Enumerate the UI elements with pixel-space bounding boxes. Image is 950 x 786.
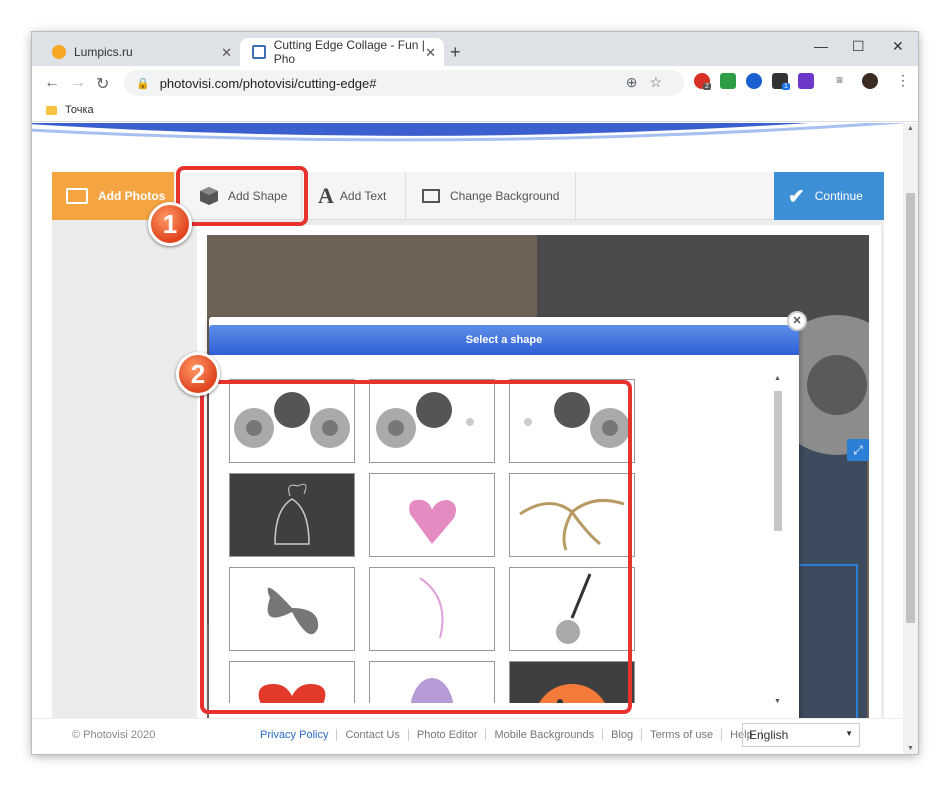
star-icon[interactable]: ☆ bbox=[649, 74, 674, 90]
change-background-button[interactable]: Change Background bbox=[406, 172, 576, 220]
folder-icon bbox=[46, 105, 57, 115]
extension-check-icon[interactable] bbox=[720, 73, 736, 89]
extension-purple-icon[interactable] bbox=[798, 73, 814, 89]
scroll-up-icon[interactable]: ▲ bbox=[774, 375, 781, 382]
new-tab-button[interactable]: + bbox=[450, 42, 461, 63]
media-icon[interactable]: ≡ bbox=[836, 73, 852, 89]
copyright: © Photovisi 2020 bbox=[72, 729, 156, 741]
footer-link-terms[interactable]: Terms of use bbox=[642, 729, 723, 741]
step-badge-2: 2 bbox=[176, 352, 220, 396]
avatar[interactable] bbox=[862, 73, 878, 89]
footer-link-privacy[interactable]: Privacy Policy bbox=[252, 729, 338, 741]
bookmark-label: Точка bbox=[65, 104, 94, 116]
url-text: photovisi.com/photovisi/cutting-edge# bbox=[159, 75, 377, 91]
lumpics-favicon-icon bbox=[52, 45, 66, 59]
add-photos-label: Add Photos bbox=[98, 189, 166, 203]
lock-icon: 🔒 bbox=[136, 77, 150, 90]
footer-link-contact[interactable]: Contact Us bbox=[337, 729, 409, 741]
bookmarks-bar: Точка bbox=[32, 100, 918, 122]
reload-icon[interactable]: ↻ bbox=[96, 74, 109, 94]
header-wave bbox=[32, 123, 909, 142]
check-icon: ✔ bbox=[788, 185, 805, 208]
extension-globe-icon[interactable] bbox=[746, 73, 762, 89]
omnibox-actions: ⊕☆ bbox=[626, 74, 674, 91]
tab-lumpics[interactable]: Lumpics.ru ✕ bbox=[40, 38, 240, 66]
text-icon: A bbox=[318, 183, 334, 208]
page-viewport: Add Photos Add Shape A Add Text Change B… bbox=[32, 123, 918, 754]
photos-icon bbox=[66, 188, 88, 204]
page-footer: © Photovisi 2020 Privacy Policy Contact … bbox=[32, 718, 903, 754]
footer-links: Privacy Policy Contact Us Photo Editor M… bbox=[252, 729, 762, 741]
tab-photovisi[interactable]: Cutting Edge Collage - Fun | Pho ✕ bbox=[240, 38, 444, 66]
install-icon[interactable]: ⊕ bbox=[626, 74, 650, 90]
language-value: English bbox=[749, 728, 789, 742]
scroll-down-icon[interactable]: ▼ bbox=[907, 745, 914, 752]
page-scrollbar[interactable]: ▲ ▼ bbox=[903, 123, 918, 754]
forward-icon[interactable]: → bbox=[70, 74, 86, 92]
footer-link-backgrounds[interactable]: Mobile Backgrounds bbox=[486, 729, 604, 741]
continue-label: Continue bbox=[814, 189, 863, 203]
image-icon bbox=[422, 189, 440, 203]
highlight-shape-grid bbox=[200, 380, 632, 714]
step-badge-1: 1 bbox=[148, 202, 192, 246]
page-scroll-thumb[interactable] bbox=[906, 193, 915, 623]
footer-link-blog[interactable]: Blog bbox=[603, 729, 643, 741]
change-background-label: Change Background bbox=[450, 189, 560, 203]
language-select[interactable]: English ▼ bbox=[742, 723, 860, 747]
highlight-add-shape bbox=[176, 166, 308, 226]
add-text-button[interactable]: A Add Text bbox=[302, 172, 406, 220]
dialog-close-button[interactable]: ✕ bbox=[787, 311, 807, 331]
menu-icon[interactable]: ⋮ bbox=[896, 72, 910, 89]
add-text-label: Add Text bbox=[339, 189, 387, 203]
scroll-down-icon[interactable]: ▼ bbox=[774, 698, 781, 705]
tab-close-icon[interactable]: ✕ bbox=[221, 45, 232, 61]
extension-badge: 2 bbox=[703, 83, 711, 90]
tab-strip: Lumpics.ru ✕ Cutting Edge Collage - Fun … bbox=[32, 32, 918, 66]
scroll-up-icon[interactable]: ▲ bbox=[907, 125, 914, 132]
resize-handle-icon[interactable]: ⤢ bbox=[847, 439, 869, 461]
collage-editor: Add Photos Add Shape A Add Text Change B… bbox=[52, 166, 884, 742]
continue-button[interactable]: ✔ Continue bbox=[774, 172, 884, 220]
photovisi-favicon-icon bbox=[252, 45, 266, 59]
maximize-button[interactable]: ☐ bbox=[852, 38, 865, 55]
photo-panel bbox=[52, 220, 194, 742]
address-bar[interactable]: 🔒 photovisi.com/photovisi/cutting-edge# … bbox=[124, 70, 684, 96]
extension-badge: 1 bbox=[782, 83, 790, 90]
browser-window: Lumpics.ru ✕ Cutting Edge Collage - Fun … bbox=[32, 32, 918, 754]
minimize-button[interactable]: — bbox=[814, 38, 828, 54]
caret-down-icon: ▼ bbox=[845, 729, 853, 738]
tab-close-icon[interactable]: ✕ bbox=[425, 45, 436, 61]
back-icon[interactable]: ← bbox=[44, 74, 60, 92]
tab-title: Cutting Edge Collage - Fun | Pho bbox=[273, 38, 425, 66]
close-window-button[interactable]: ✕ bbox=[892, 38, 904, 55]
dialog-title: Select a shape bbox=[209, 325, 799, 355]
scroll-thumb[interactable] bbox=[774, 391, 782, 531]
bookmark-item[interactable]: Точка bbox=[46, 104, 94, 116]
tab-title: Lumpics.ru bbox=[74, 45, 133, 59]
dialog-scrollbar[interactable]: ▲ ▼ bbox=[772, 375, 784, 705]
footer-link-editor[interactable]: Photo Editor bbox=[409, 729, 487, 741]
